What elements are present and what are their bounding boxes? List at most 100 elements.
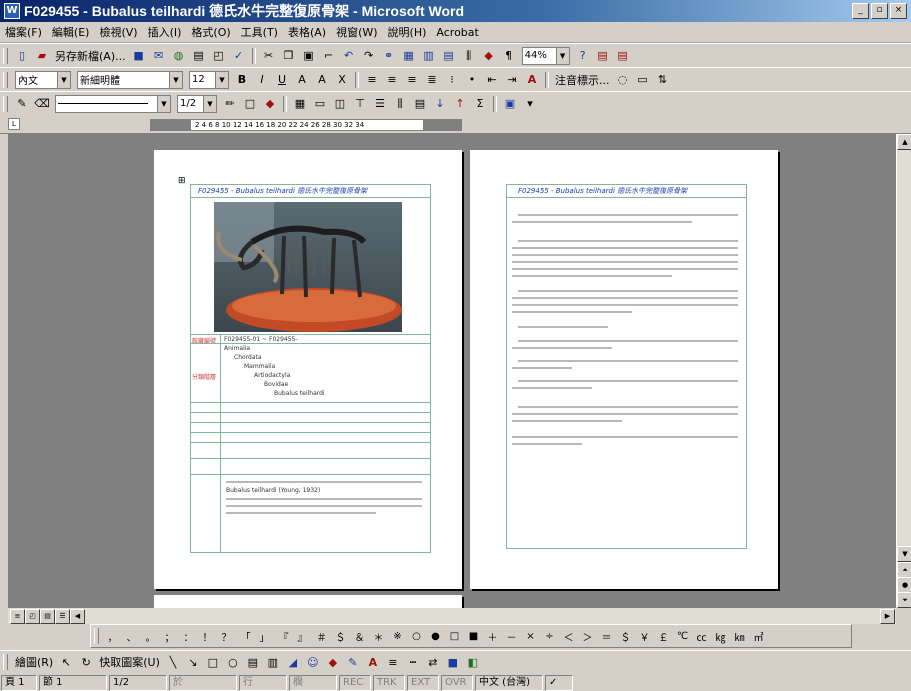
show-hide-icon[interactable]: ¶ bbox=[500, 47, 518, 65]
clip-art-icon[interactable]: ☺ bbox=[304, 653, 322, 671]
shadow-icon[interactable]: ■ bbox=[444, 653, 462, 671]
normal-view-icon[interactable]: ≡ bbox=[10, 609, 25, 624]
autoformat-icon[interactable]: ▤ bbox=[411, 95, 429, 113]
char-border-icon[interactable]: A bbox=[293, 71, 311, 89]
decrease-indent-icon[interactable]: ⇤ bbox=[483, 71, 501, 89]
menu-file[interactable]: 檔案(F) bbox=[0, 24, 47, 40]
open-folder-icon[interactable]: ▰ bbox=[33, 47, 51, 65]
table-move-handle-icon[interactable]: ⊞ bbox=[178, 176, 186, 186]
chevron-down-icon[interactable]: ▼ bbox=[169, 71, 182, 88]
symbol-button[interactable]: ￡ bbox=[654, 629, 673, 644]
help-icon[interactable]: ? bbox=[574, 47, 592, 65]
free-rotate-icon[interactable]: ↻ bbox=[77, 653, 95, 671]
status-rec[interactable]: REC bbox=[339, 674, 371, 691]
char-shading-icon[interactable]: A bbox=[313, 71, 331, 89]
justify-icon[interactable]: ≣ bbox=[423, 71, 441, 89]
distribute-cols-icon[interactable]: ⫼ bbox=[391, 95, 409, 113]
symbol-button[interactable]: ÷ bbox=[540, 631, 559, 642]
hyperlink-icon[interactable]: ⚭ bbox=[380, 47, 398, 65]
symbol-button[interactable]: ； bbox=[160, 629, 179, 644]
toolbar-grip[interactable] bbox=[3, 71, 8, 88]
line-weight-select[interactable]: 1/2 ▼ bbox=[177, 94, 217, 113]
line-color-icon[interactable]: ✎ bbox=[344, 653, 362, 671]
font-select[interactable]: 新細明體 ▼ bbox=[77, 70, 183, 89]
spelling-status-icon[interactable]: ✓ bbox=[545, 674, 573, 691]
web-view-icon[interactable]: ◰ bbox=[25, 609, 40, 624]
sort-descending-icon[interactable]: ↑ bbox=[451, 95, 469, 113]
style-select[interactable]: 內文 ▼ bbox=[15, 70, 71, 89]
tab-selector-icon[interactable]: L bbox=[8, 118, 20, 130]
arrow-icon[interactable]: ↘ bbox=[184, 653, 202, 671]
fill-color-icon[interactable]: ◆ bbox=[324, 653, 342, 671]
restore-button[interactable]: ▫ bbox=[871, 3, 888, 19]
ruler-scale[interactable]: 2 4 6 8 10 12 14 16 18 20 22 24 26 28 30… bbox=[150, 119, 462, 131]
status-trk[interactable]: TRK bbox=[373, 674, 405, 691]
toolbar-grip[interactable] bbox=[3, 47, 8, 64]
symbol-button[interactable]: × bbox=[521, 631, 540, 642]
web-icon[interactable]: ◍ bbox=[170, 47, 188, 65]
toolbar-grip[interactable] bbox=[94, 628, 99, 644]
close-button[interactable]: × bbox=[890, 3, 907, 19]
symbol-button[interactable]: ！ bbox=[198, 629, 217, 644]
document-page-1[interactable]: ⊞ F029455 - Bubalus teilhardi 德氏水牛完整復原骨架… bbox=[154, 150, 462, 589]
horizontal-ruler[interactable]: L 2 4 6 8 10 12 14 16 18 20 22 24 26 28 … bbox=[0, 115, 911, 134]
font-size-select[interactable]: 12 ▼ bbox=[189, 70, 229, 89]
wordart-icon[interactable]: ◢ bbox=[284, 653, 302, 671]
symbol-button[interactable]: ㎡ bbox=[749, 629, 768, 644]
symbol-button[interactable]: ■ bbox=[464, 631, 483, 642]
eraser-icon[interactable]: ⌫ bbox=[33, 95, 51, 113]
status-ovr[interactable]: OVR bbox=[441, 674, 473, 691]
align-center-icon[interactable]: ≡ bbox=[383, 71, 401, 89]
outline-view-icon[interactable]: ☰ bbox=[55, 609, 70, 624]
symbol-button[interactable]: ㏄ bbox=[692, 629, 711, 644]
chevron-down-icon[interactable]: ▼ bbox=[57, 71, 70, 88]
symbol-button[interactable]: □ bbox=[445, 631, 464, 642]
dash-style-icon[interactable]: ┅ bbox=[404, 653, 422, 671]
status-ext[interactable]: EXT bbox=[407, 674, 439, 691]
draw-table-pencil-icon[interactable]: ✎ bbox=[13, 95, 31, 113]
minimize-button[interactable]: _ bbox=[852, 3, 869, 19]
picture-icon[interactable]: ▣ bbox=[501, 95, 519, 113]
rectangle-icon[interactable]: □ bbox=[204, 653, 222, 671]
text-box-icon[interactable]: ▭ bbox=[634, 71, 652, 89]
format-painter-icon[interactable]: ⌐ bbox=[320, 47, 338, 65]
arrow-style-icon[interactable]: ⇄ bbox=[424, 653, 442, 671]
symbol-button[interactable]: ＜ bbox=[559, 629, 578, 644]
insert-table-icon[interactable]: ▦ bbox=[291, 95, 309, 113]
shading-color-icon[interactable]: ◆ bbox=[261, 95, 279, 113]
symbol-button[interactable]: 。 bbox=[141, 629, 160, 644]
print-icon[interactable]: ▤ bbox=[190, 47, 208, 65]
align-left-icon[interactable]: ≡ bbox=[363, 71, 381, 89]
sort-ascending-icon[interactable]: ↓ bbox=[431, 95, 449, 113]
numbering-icon[interactable]: ⁝ bbox=[443, 71, 461, 89]
bold-icon[interactable]: B bbox=[233, 71, 251, 89]
symbol-button[interactable]: ？ bbox=[217, 629, 236, 644]
document-workspace[interactable]: ⊞ F029455 - Bubalus teilhardi 德氏水牛完整復原骨架… bbox=[8, 134, 896, 608]
menu-format[interactable]: 格式(O) bbox=[186, 24, 235, 40]
menu-edit[interactable]: 編輯(E) bbox=[47, 24, 95, 40]
enclose-char-icon[interactable]: ◌ bbox=[614, 71, 632, 89]
phonetic-guide-button[interactable]: 注音標示... bbox=[555, 72, 610, 88]
symbol-button[interactable]: ＄ bbox=[616, 629, 635, 644]
word-doc-icon[interactable]: W bbox=[4, 3, 20, 19]
merge-cells-icon[interactable]: ▭ bbox=[311, 95, 329, 113]
symbol-button[interactable]: ＞ bbox=[578, 629, 597, 644]
symbol-button[interactable]: ＊ bbox=[369, 629, 388, 644]
symbol-button[interactable]: ， bbox=[103, 629, 122, 644]
3d-icon[interactable]: ◧ bbox=[464, 653, 482, 671]
redo-icon[interactable]: ↷ bbox=[360, 47, 378, 65]
font-color-icon[interactable]: A bbox=[523, 71, 541, 89]
symbol-button[interactable]: 『 bbox=[274, 629, 293, 644]
insert-table-icon[interactable]: ▥ bbox=[420, 47, 438, 65]
zoom-select[interactable]: 44% ▼ bbox=[521, 46, 570, 65]
symbol-button[interactable]: ＋ bbox=[483, 629, 502, 644]
autosum-icon[interactable]: Σ bbox=[471, 95, 489, 113]
menu-acrobat[interactable]: Acrobat bbox=[431, 26, 483, 39]
distribute-rows-icon[interactable]: ☰ bbox=[371, 95, 389, 113]
font-color-icon[interactable]: A bbox=[364, 653, 382, 671]
symbol-button[interactable]: ￥ bbox=[635, 629, 654, 644]
new-document-icon[interactable]: ▯ bbox=[13, 47, 31, 65]
columns-icon[interactable]: ⫼ bbox=[460, 47, 478, 65]
symbol-button[interactable]: ㎏ bbox=[711, 629, 730, 644]
menu-window[interactable]: 視窗(W) bbox=[331, 24, 382, 40]
